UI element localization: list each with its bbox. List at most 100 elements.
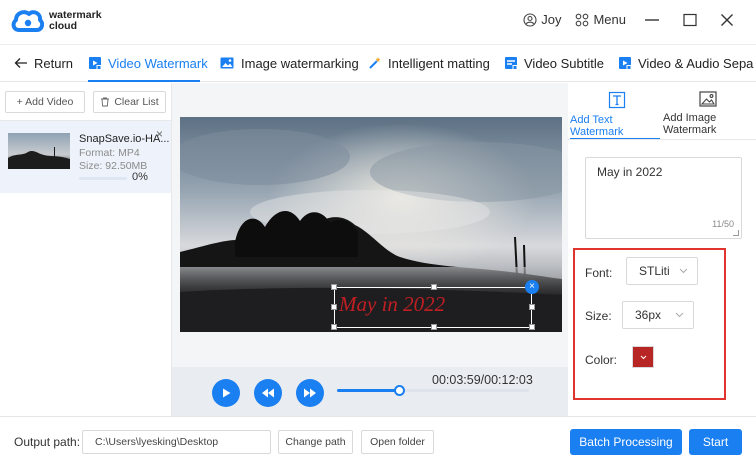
- user-name: Joy: [541, 12, 562, 27]
- fast-forward-button[interactable]: [296, 379, 324, 407]
- char-counter: 11/50: [712, 219, 734, 229]
- batch-processing-button[interactable]: Batch Processing: [570, 429, 682, 455]
- tab-video-watermark-label: Video Watermark: [108, 55, 208, 71]
- maximize-button[interactable]: [682, 13, 702, 27]
- thumbnail-image: [8, 133, 70, 169]
- tab-video-audio-separation[interactable]: Video & Audio Sepa: [618, 44, 753, 82]
- title-bar: watermark cloud Joy Menu: [0, 0, 756, 44]
- tab-intelligent-matting[interactable]: Intelligent matting: [368, 44, 490, 82]
- resize-handle-top[interactable]: [431, 284, 437, 290]
- delete-watermark-icon[interactable]: ×: [525, 280, 539, 294]
- file-list-item[interactable]: SnapSave.io-HA... × Format: MP4 Size: 92…: [0, 121, 171, 193]
- magic-wand-icon: [369, 57, 381, 69]
- user-icon: [523, 12, 537, 27]
- open-folder-button[interactable]: Open folder: [361, 430, 434, 454]
- rewind-icon: [262, 388, 274, 398]
- output-path-input[interactable]: C:\Users\lyesking\Desktop: [82, 430, 271, 454]
- tab-video-subtitle[interactable]: Video Subtitle: [504, 44, 604, 82]
- watermark-text-input[interactable]: May in 2022 11/50: [585, 157, 742, 239]
- file-progress-text: 0%: [132, 171, 148, 183]
- video-file-icon: [89, 57, 102, 70]
- add-video-button[interactable]: + Add Video: [5, 91, 85, 113]
- remove-file-button[interactable]: ×: [156, 127, 163, 141]
- size-select-value: 36px: [635, 308, 662, 322]
- tab-add-text-watermark-label: Add Text Watermark: [570, 114, 624, 138]
- arrow-left-icon: [14, 58, 27, 68]
- main-tabs: Return Video Watermark Image watermarkin…: [0, 44, 756, 82]
- file-progress-bar: [79, 177, 127, 180]
- size-label: Size:: [585, 309, 612, 323]
- bottom-bar: Output path: C:\Users\lyesking\Desktop C…: [0, 416, 756, 466]
- change-path-button[interactable]: Change path: [278, 430, 353, 454]
- font-label: Font:: [585, 266, 613, 280]
- cloud-logo-icon: [11, 10, 44, 32]
- tab-video-audio-separation-label: Video & Audio Sepa: [638, 55, 754, 71]
- right-active-tab-underline: [570, 138, 660, 139]
- rewind-button[interactable]: [254, 379, 282, 407]
- text-style-options: Font: STLiti Size: 36px Color:: [573, 248, 726, 400]
- output-path-label: Output path:: [14, 435, 81, 449]
- start-button[interactable]: Start: [689, 429, 742, 455]
- clear-list-button[interactable]: Clear List: [93, 91, 166, 113]
- timecode: 00:03:59/00:12:03: [432, 373, 533, 387]
- tab-video-subtitle-label: Video Subtitle: [524, 55, 604, 71]
- active-tab-underline: [88, 80, 200, 82]
- app-logo: watermark cloud: [10, 8, 102, 34]
- tab-add-image-watermark-label: Add Image Watermark: [663, 112, 717, 136]
- resize-handle-right[interactable]: [529, 304, 535, 310]
- resize-handle-top-left[interactable]: [331, 284, 337, 290]
- file-list-toolbar: + Add Video Clear List: [0, 83, 171, 121]
- preview-area: May in 2022 × 00:03:59/00:12:03: [172, 83, 568, 416]
- watermark-text: May in 2022: [339, 292, 446, 316]
- tab-image-watermarking[interactable]: Image watermarking: [220, 44, 359, 82]
- tab-intelligent-matting-label: Intelligent matting: [388, 55, 490, 71]
- maximize-icon: [683, 13, 697, 26]
- close-icon: [721, 13, 733, 26]
- tab-image-watermarking-label: Image watermarking: [241, 55, 359, 71]
- resize-handle-bottom-right[interactable]: [529, 324, 535, 330]
- tab-add-image-watermark[interactable]: Add Image Watermark: [663, 91, 727, 136]
- watermark-text-box[interactable]: May in 2022 ×: [331, 280, 539, 330]
- font-select[interactable]: STLiti: [626, 257, 698, 285]
- seek-bar[interactable]: [337, 385, 529, 396]
- fast-forward-icon: [304, 388, 316, 398]
- logo-line2: cloud: [49, 20, 77, 32]
- clear-list-label: Clear List: [114, 96, 159, 108]
- minimize-button[interactable]: [644, 13, 664, 27]
- trash-icon: [101, 97, 110, 107]
- return-button[interactable]: Return: [14, 44, 73, 82]
- resize-handle-bottom[interactable]: [431, 324, 437, 330]
- chevron-down-icon: [679, 268, 688, 274]
- video-thumbnail: [8, 133, 70, 169]
- picture-icon: [699, 91, 717, 107]
- font-select-value: STLiti: [639, 264, 670, 278]
- resize-handle-bottom-left[interactable]: [331, 324, 337, 330]
- tab-video-watermark[interactable]: Video Watermark: [88, 44, 208, 82]
- watermark-text-value: May in 2022: [597, 165, 663, 179]
- chevron-down-icon: [675, 312, 684, 318]
- size-select[interactable]: 36px: [622, 301, 694, 329]
- text-icon: [608, 91, 626, 109]
- image-icon: [220, 57, 234, 68]
- watermark-settings-panel: Add Text Watermark Add Image Watermark M…: [568, 83, 756, 416]
- audio-file-icon: [619, 57, 632, 70]
- resize-handle-left[interactable]: [331, 304, 337, 310]
- play-button[interactable]: [212, 379, 240, 407]
- color-picker-button[interactable]: [632, 346, 654, 368]
- play-icon: [223, 388, 231, 398]
- file-format: Format: MP4: [79, 147, 140, 159]
- menu-button[interactable]: Menu: [575, 12, 626, 27]
- grid-menu-icon: [576, 13, 589, 26]
- close-window-button[interactable]: [720, 13, 738, 27]
- minimize-icon: [645, 18, 659, 21]
- seek-bar-progress: [337, 389, 401, 392]
- chevron-down-icon: [640, 355, 646, 359]
- return-label: Return: [34, 55, 74, 71]
- file-list-panel: + Add Video Clear List SnapSave.io-HA...…: [0, 83, 172, 416]
- color-label: Color:: [585, 353, 618, 367]
- tab-add-text-watermark[interactable]: Add Text Watermark: [570, 91, 634, 138]
- video-preview[interactable]: May in 2022 ×: [180, 117, 562, 332]
- resize-grip-icon[interactable]: [733, 230, 739, 236]
- user-account[interactable]: Joy: [523, 12, 561, 27]
- menu-label: Menu: [593, 12, 626, 27]
